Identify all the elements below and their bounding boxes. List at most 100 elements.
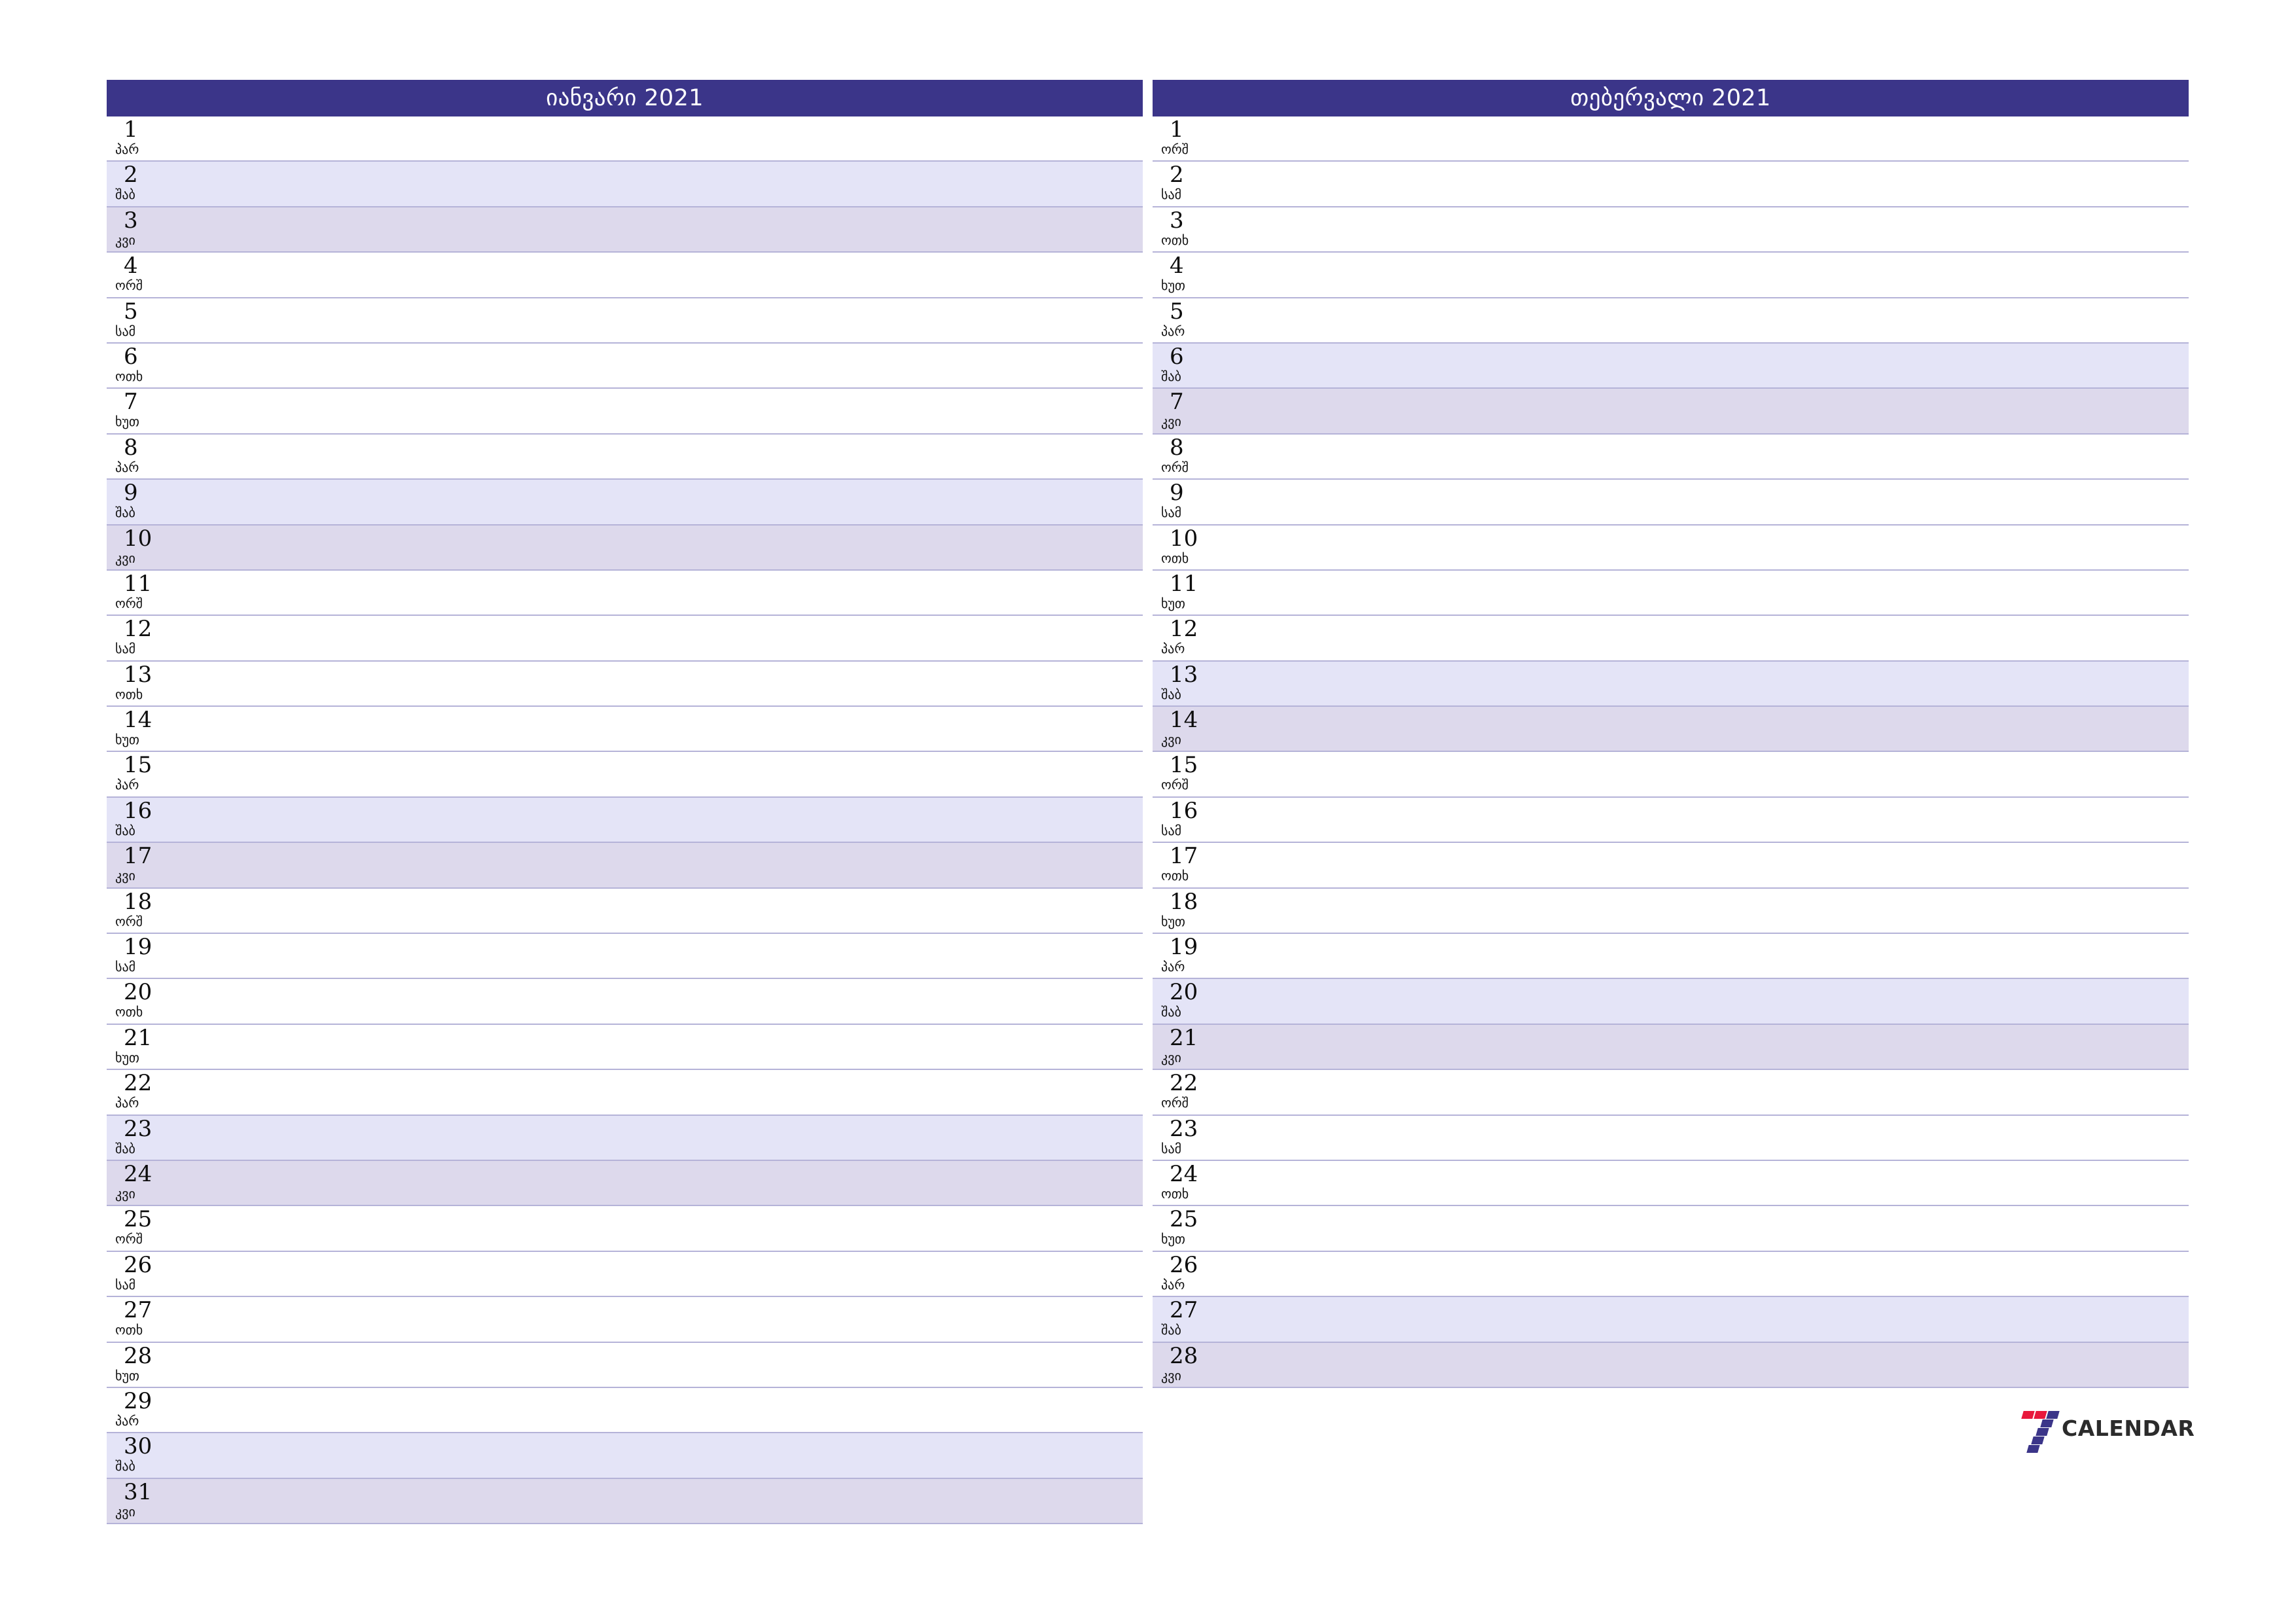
day-row[interactable]: 1 ორშ bbox=[1153, 116, 2189, 162]
day-row[interactable]: 4 ხუთ bbox=[1153, 253, 2189, 298]
day-row[interactable]: 30 შაბ bbox=[107, 1433, 1143, 1479]
day-weekday-label: სამ bbox=[115, 641, 136, 657]
day-weekday-label: ორშ bbox=[115, 277, 143, 294]
day-row[interactable]: 10 კვი bbox=[107, 525, 1143, 571]
day-row[interactable]: 15 ორშ bbox=[1153, 752, 2189, 798]
logo-wordmark: CALENDAR bbox=[2062, 1415, 2195, 1441]
day-row[interactable]: 27 ოთხ bbox=[107, 1297, 1143, 1343]
day-row[interactable]: 18 ხუთ bbox=[1153, 888, 2189, 935]
day-number: 23 bbox=[124, 1115, 152, 1142]
day-weekday-label: სამ bbox=[1161, 1140, 1182, 1156]
day-row[interactable]: 20 ოთხ bbox=[107, 979, 1143, 1025]
day-number: 22 bbox=[124, 1070, 152, 1097]
day-weekday-label: პარ bbox=[1161, 1276, 1185, 1293]
day-row[interactable]: 16 შაბ bbox=[107, 797, 1143, 844]
day-weekday-label: ორშ bbox=[1161, 141, 1189, 157]
day-row[interactable]: 14 ხუთ bbox=[107, 707, 1143, 753]
day-number: 9 bbox=[1170, 480, 1184, 507]
day-row[interactable]: 15 პარ bbox=[107, 752, 1143, 798]
day-row[interactable]: 6 შაბ bbox=[1153, 343, 2189, 389]
day-weekday-label: კვი bbox=[115, 550, 135, 566]
day-row[interactable]: 10 ოთხ bbox=[1153, 525, 2189, 571]
day-row[interactable]: 17 ოთხ bbox=[1153, 843, 2189, 889]
day-row[interactable]: 11 ხუთ bbox=[1153, 570, 2189, 616]
day-number: 14 bbox=[124, 707, 152, 734]
day-row[interactable]: 3 კვი bbox=[107, 207, 1143, 253]
day-row[interactable]: 7 ხუთ bbox=[107, 389, 1143, 435]
day-number: 13 bbox=[1170, 661, 1198, 688]
day-row[interactable]: 8 პარ bbox=[107, 434, 1143, 480]
day-number: 31 bbox=[124, 1478, 152, 1505]
day-row[interactable]: 18 ორშ bbox=[107, 888, 1143, 935]
day-row[interactable]: 21 კვი bbox=[1153, 1024, 2189, 1071]
day-row[interactable]: 24 კვი bbox=[107, 1160, 1143, 1207]
day-row[interactable]: 13 ოთხ bbox=[107, 661, 1143, 707]
day-row[interactable]: 28 კვი bbox=[1153, 1342, 2189, 1388]
day-row[interactable]: 16 სამ bbox=[1153, 797, 2189, 844]
day-row[interactable]: 28 ხუთ bbox=[107, 1342, 1143, 1388]
day-number: 18 bbox=[124, 888, 152, 915]
day-row[interactable]: 3 ოთხ bbox=[1153, 207, 2189, 253]
day-weekday-label: კვი bbox=[1161, 1049, 1181, 1065]
day-row[interactable]: 6 ოთხ bbox=[107, 343, 1143, 389]
day-row[interactable]: 12 პარ bbox=[1153, 616, 2189, 662]
day-row[interactable]: 22 ორშ bbox=[1153, 1070, 2189, 1116]
day-row[interactable]: 27 შაბ bbox=[1153, 1297, 2189, 1343]
day-weekday-label: სამ bbox=[115, 323, 136, 339]
day-number: 27 bbox=[124, 1297, 152, 1324]
day-weekday-label: პარ bbox=[115, 1412, 139, 1429]
day-number: 14 bbox=[1170, 707, 1198, 734]
logo-block bbox=[2040, 1419, 2054, 1427]
day-row[interactable]: 2 სამ bbox=[1153, 162, 2189, 207]
day-row[interactable]: 1 პარ bbox=[107, 116, 1143, 162]
day-row[interactable]: 5 პარ bbox=[1153, 298, 2189, 344]
day-row[interactable]: 7 კვი bbox=[1153, 389, 2189, 435]
day-row[interactable]: 23 შაბ bbox=[107, 1115, 1143, 1161]
day-row[interactable]: 25 ორშ bbox=[107, 1206, 1143, 1252]
day-number: 12 bbox=[1170, 616, 1198, 643]
day-weekday-label: პარ bbox=[115, 1095, 139, 1111]
day-row[interactable]: 26 სამ bbox=[107, 1251, 1143, 1298]
day-row[interactable]: 22 პარ bbox=[107, 1070, 1143, 1116]
day-weekday-label: კვი bbox=[1161, 732, 1181, 748]
day-number: 19 bbox=[124, 934, 152, 961]
day-row[interactable]: 14 კვი bbox=[1153, 707, 2189, 753]
day-number: 15 bbox=[1170, 752, 1198, 779]
day-number: 1 bbox=[1170, 116, 1184, 143]
day-row[interactable]: 31 კვი bbox=[107, 1478, 1143, 1525]
day-row[interactable]: 19 პარ bbox=[1153, 934, 2189, 980]
day-row[interactable]: 12 სამ bbox=[107, 616, 1143, 662]
day-weekday-label: კვი bbox=[115, 1185, 135, 1202]
month-header-january: იანვარი 2021 bbox=[107, 80, 1143, 116]
day-number: 28 bbox=[1170, 1342, 1198, 1369]
day-row[interactable]: 19 სამ bbox=[107, 934, 1143, 980]
day-number: 20 bbox=[1170, 979, 1198, 1006]
day-row[interactable]: 2 შაბ bbox=[107, 162, 1143, 207]
day-row[interactable]: 29 პარ bbox=[107, 1387, 1143, 1434]
day-row[interactable]: 4 ორშ bbox=[107, 253, 1143, 298]
day-row[interactable]: 25 ხუთ bbox=[1153, 1206, 2189, 1252]
day-number: 3 bbox=[1170, 207, 1184, 234]
day-row[interactable]: 26 პარ bbox=[1153, 1251, 2189, 1298]
day-row[interactable]: 8 ორშ bbox=[1153, 434, 2189, 480]
day-number: 3 bbox=[124, 207, 138, 234]
day-row[interactable]: 9 შაბ bbox=[107, 480, 1143, 526]
logo-block bbox=[2026, 1445, 2040, 1453]
day-number: 29 bbox=[124, 1387, 152, 1414]
day-row[interactable]: 20 შაბ bbox=[1153, 979, 2189, 1025]
day-row[interactable]: 9 სამ bbox=[1153, 480, 2189, 526]
day-number: 2 bbox=[124, 162, 138, 188]
day-weekday-label: კვი bbox=[115, 232, 135, 248]
day-row[interactable]: 11 ორშ bbox=[107, 570, 1143, 616]
day-weekday-label: ორშ bbox=[115, 1231, 143, 1247]
day-row[interactable]: 21 ხუთ bbox=[107, 1024, 1143, 1071]
day-number: 22 bbox=[1170, 1070, 1198, 1097]
day-row[interactable]: 17 კვი bbox=[107, 843, 1143, 889]
day-number: 7 bbox=[1170, 389, 1184, 416]
day-row[interactable]: 5 სამ bbox=[107, 298, 1143, 344]
day-weekday-label: ოთხ bbox=[115, 368, 143, 384]
day-row[interactable]: 23 სამ bbox=[1153, 1115, 2189, 1161]
day-number: 2 bbox=[1170, 162, 1184, 188]
day-row[interactable]: 24 ოთხ bbox=[1153, 1160, 2189, 1207]
day-row[interactable]: 13 შაბ bbox=[1153, 661, 2189, 707]
